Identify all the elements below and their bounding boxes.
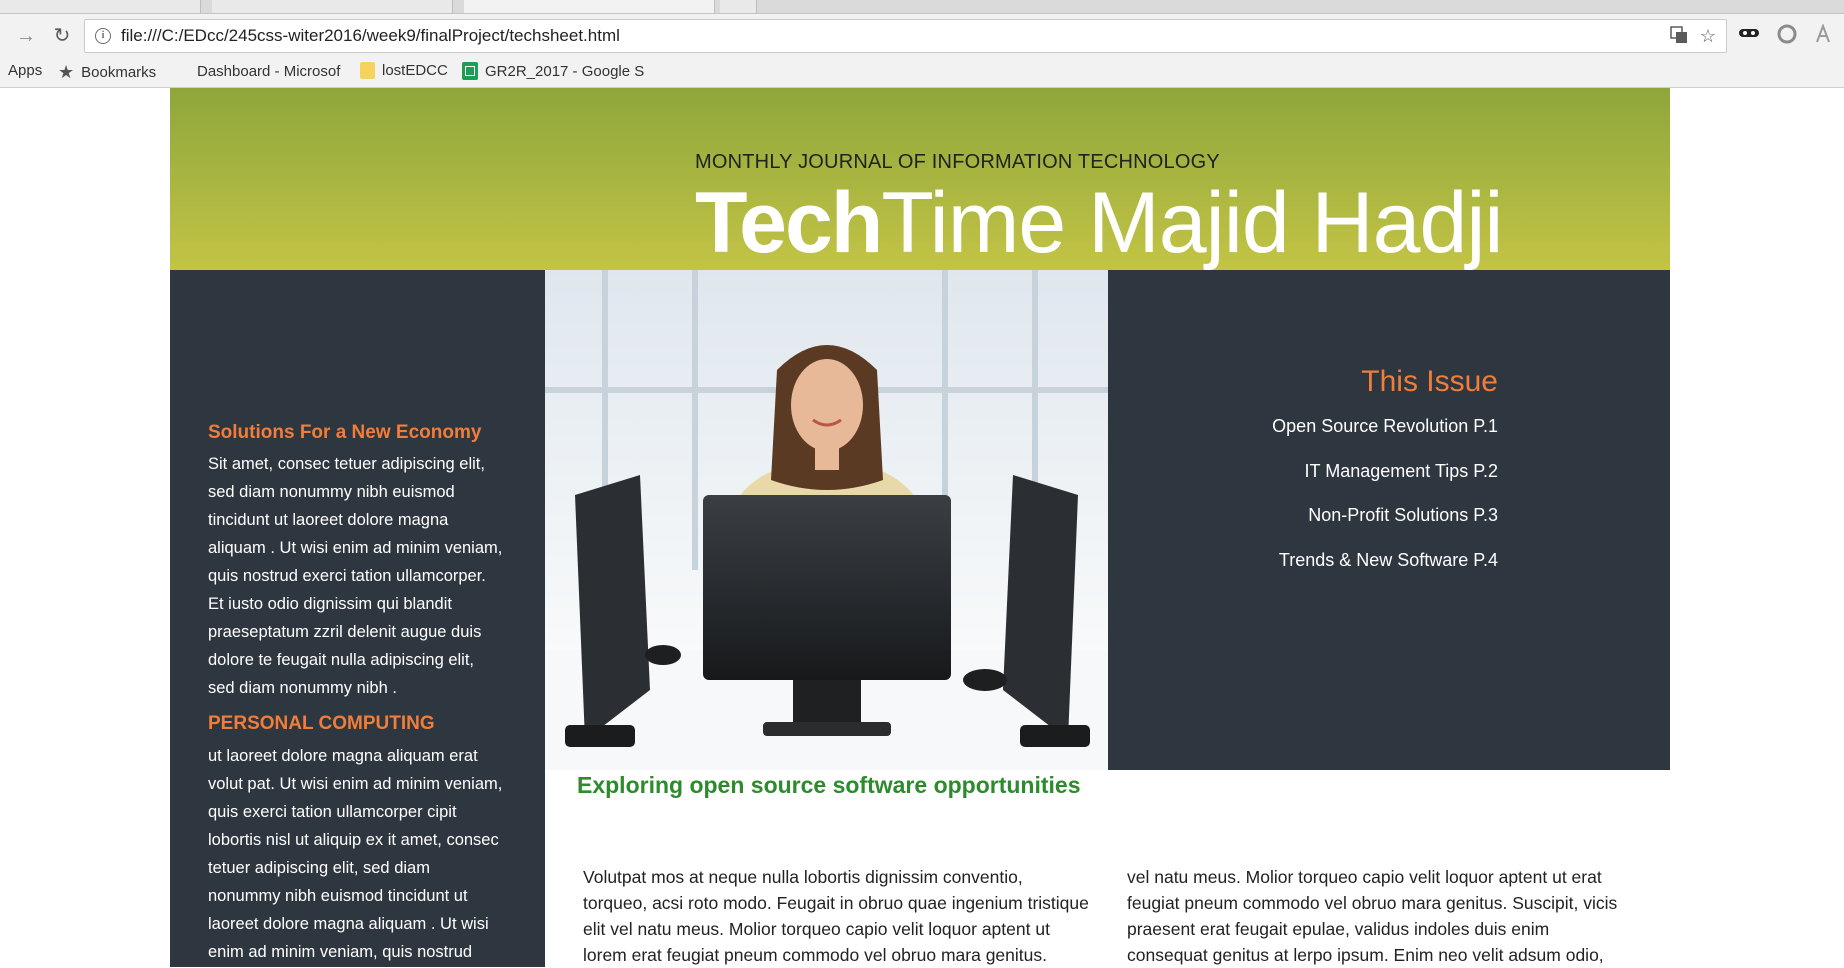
tab[interactable] bbox=[0, 0, 201, 13]
bookmark-label: Dashboard - Microsof bbox=[197, 62, 341, 80]
bookmark-label: GR2R_2017 - Google S bbox=[485, 62, 645, 80]
text-line: feugiat pneum commodo vel obruo mara gen… bbox=[1127, 893, 1618, 913]
text-line: praeseptatum zzril delenit augue duis bbox=[208, 623, 482, 641]
bookmark-gr2r[interactable]: GR2R_2017 - Google S bbox=[462, 62, 644, 80]
text-line: aliquam . Ut wisi enim ad minim veniam, bbox=[208, 539, 503, 557]
extension-circle-icon[interactable] bbox=[1776, 24, 1798, 46]
this-issue-panel: This Issue Open Source Revolution P.1 IT… bbox=[1108, 270, 1670, 770]
bookmark-bookmarks[interactable]: ★ Bookmarks bbox=[58, 62, 156, 83]
text-line: lorem erat feugiat pneum commodo vel obr… bbox=[583, 945, 1047, 965]
hero-photo bbox=[545, 270, 1108, 770]
issue-link-open-source[interactable]: Open Source Revolution P.1 bbox=[1272, 416, 1498, 437]
text-line: vel natu meus. Molior torqueo capio veli… bbox=[1127, 867, 1602, 887]
bookmark-label: Bookmarks bbox=[81, 64, 157, 81]
text-line: Et iusto odio dignissim qui blandit bbox=[208, 595, 452, 613]
issue-link-it-management[interactable]: IT Management Tips P.2 bbox=[1305, 461, 1498, 482]
tab-strip bbox=[0, 0, 1844, 14]
bookmark-lostedcc[interactable]: lostEDCC bbox=[360, 62, 448, 79]
address-bar[interactable]: i file:///C:/EDcc/245css-witer2016/week9… bbox=[84, 19, 1727, 53]
new-tab-button[interactable] bbox=[720, 0, 757, 13]
text-line: tincidunt ut laoreet dolore magna bbox=[208, 511, 449, 529]
text-line: elit vel natu meus. Molior torqueo capio… bbox=[583, 919, 1050, 939]
issue-link-non-profit[interactable]: Non-Profit Solutions P.3 bbox=[1308, 505, 1498, 526]
bookmark-label: Apps bbox=[8, 62, 43, 79]
article-title: Exploring open source software opportuni… bbox=[577, 772, 1081, 798]
brand-bold: Tech bbox=[695, 175, 883, 271]
this-issue-title: This Issue bbox=[1361, 365, 1498, 398]
url-text[interactable]: file:///C:/EDcc/245css-witer2016/week9/f… bbox=[121, 26, 620, 46]
article-column-1: Volutpat mos at neque nulla lobortis dig… bbox=[583, 864, 1093, 968]
text-line: sed diam nonummy nibh euismod bbox=[208, 483, 455, 501]
sidebar-text-solutions: Sit amet, consec tetuer adipiscing elit,… bbox=[208, 450, 518, 702]
sidebar: Solutions For a New Economy Sit amet, co… bbox=[170, 270, 545, 967]
text-line: laoreet dolore magna aliquam . Ut wisi bbox=[208, 915, 489, 933]
brand-title: TechTime Majid Hadji bbox=[695, 168, 1504, 278]
microsoft-icon bbox=[172, 62, 190, 80]
text-line: quis nostrud exerci tation ullamcorper. bbox=[208, 567, 486, 585]
bookmark-dashboard[interactable]: Dashboard - Microsof bbox=[172, 62, 340, 80]
masthead: MONTHLY JOURNAL OF INFORMATION TECHNOLOG… bbox=[170, 88, 1670, 271]
sheets-icon bbox=[462, 62, 478, 80]
brand-rest: Time Majid Hadji bbox=[881, 175, 1503, 271]
text-line: praesent erat feugait epulae, validus in… bbox=[1127, 919, 1550, 939]
extension-pdf-icon[interactable] bbox=[1812, 23, 1834, 46]
sidebar-heading-solutions: Solutions For a New Economy bbox=[208, 422, 482, 443]
star-icon: ★ bbox=[58, 62, 75, 82]
text-line: torqueo, acsi roto modo. Feugait in obru… bbox=[583, 893, 1089, 913]
bookmark-apps[interactable]: Apps bbox=[8, 62, 42, 79]
sidebar-text-personal-computing: ut laoreet dolore magna aliquam erat vol… bbox=[208, 742, 518, 966]
techsheet-page: MONTHLY JOURNAL OF INFORMATION TECHNOLOG… bbox=[170, 88, 1670, 967]
article-column-2: vel natu meus. Molior torqueo capio veli… bbox=[1127, 864, 1637, 968]
forward-icon[interactable]: → bbox=[14, 24, 38, 48]
text-line: enim ad minim veniam, quis nostrud bbox=[208, 943, 473, 961]
text-line: ut laoreet dolore magna aliquam erat bbox=[208, 747, 478, 765]
text-line: Sit amet, consec tetuer adipiscing elit, bbox=[208, 455, 485, 473]
text-line: dolore te feugait nulla adipiscing elit, bbox=[208, 651, 475, 669]
text-line: Volutpat mos at neque nulla lobortis dig… bbox=[583, 867, 1023, 887]
bookmark-label: lostEDCC bbox=[382, 62, 448, 79]
issue-link-trends[interactable]: Trends & New Software P.4 bbox=[1279, 550, 1498, 571]
folder-icon bbox=[360, 62, 375, 79]
reload-icon[interactable]: ↻ bbox=[50, 24, 74, 48]
text-line: sed diam nonummy nibh . bbox=[208, 679, 397, 697]
text-line: tetuer adipiscing elit, sed diam bbox=[208, 859, 430, 877]
text-line: consequat genitus at lerpo ipsum. Enim n… bbox=[1127, 945, 1604, 965]
bookmarks-bar: Apps ★ Bookmarks Dashboard - Microsof lo… bbox=[0, 56, 1844, 88]
text-line: lobortis nisl ut aliquip ex it amet, con… bbox=[208, 831, 499, 849]
info-icon[interactable]: i bbox=[95, 28, 111, 44]
translate-icon[interactable] bbox=[1670, 26, 1688, 49]
tab-active[interactable] bbox=[464, 0, 715, 13]
sidebar-heading-personal-computing: PERSONAL COMPUTING bbox=[208, 713, 435, 734]
star-icon[interactable]: ☆ bbox=[1700, 26, 1716, 47]
tab[interactable] bbox=[212, 0, 453, 13]
text-line: volut pat. Ut wisi enim ad minim veniam, bbox=[208, 775, 503, 793]
text-line: quis exerci tation ullamcorper cipit bbox=[208, 803, 457, 821]
extension-mask-icon[interactable] bbox=[1738, 24, 1760, 46]
text-line: nonummy nibh euismod tincidunt ut bbox=[208, 887, 468, 905]
